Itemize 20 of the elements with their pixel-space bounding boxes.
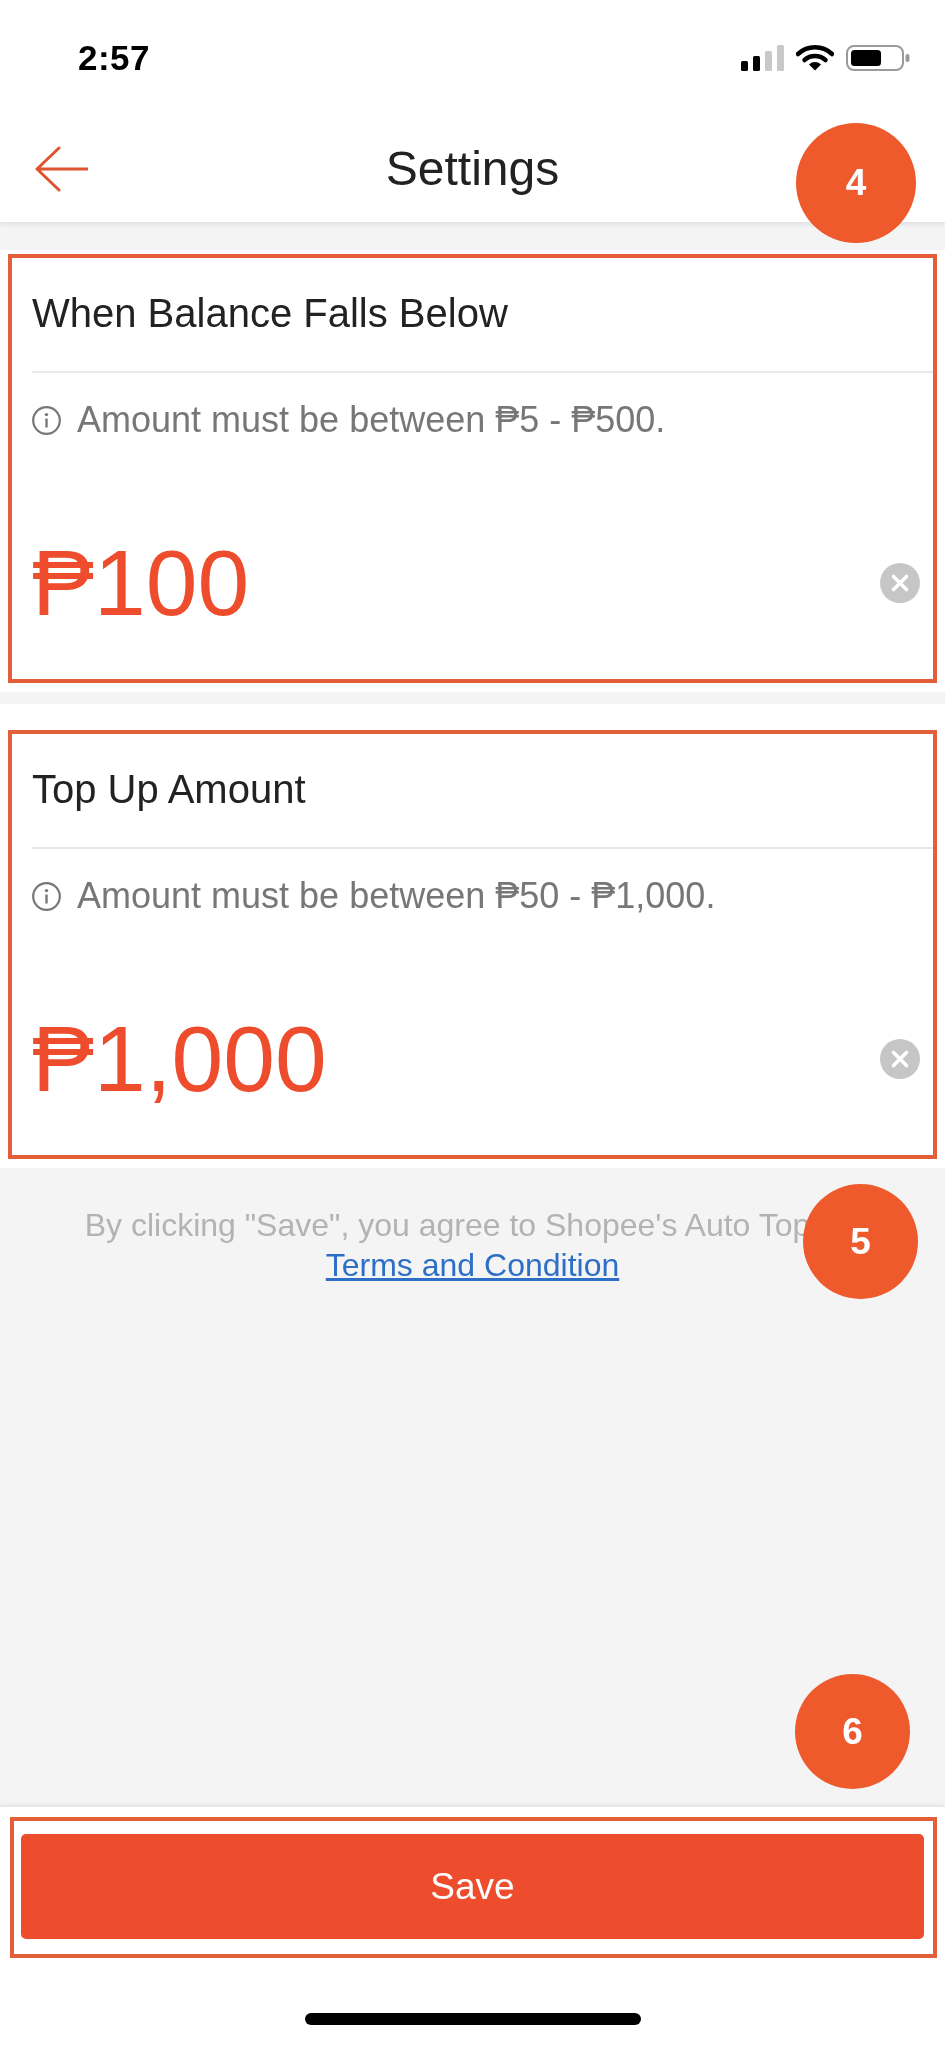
- back-arrow-icon[interactable]: [34, 146, 88, 192]
- clear-icon[interactable]: [880, 563, 920, 603]
- save-button[interactable]: Save: [21, 1834, 924, 1939]
- clear-icon[interactable]: [880, 1039, 920, 1079]
- signal-icon: [741, 45, 784, 71]
- status-time: 2:57: [78, 38, 151, 78]
- amount-hint: Amount must be between ₱5 - ₱500.: [77, 400, 666, 440]
- terms-link[interactable]: Terms and Condition: [325, 1245, 620, 1285]
- info-icon: [32, 405, 61, 435]
- info-icon: [32, 881, 61, 911]
- step-number-badge: 4: [796, 123, 916, 243]
- section-title: Top Up Amount: [32, 767, 306, 811]
- page-title: Settings: [385, 141, 560, 197]
- amount-field[interactable]: ₱1,000: [32, 1009, 327, 1109]
- battery-icon: [846, 45, 910, 71]
- step-number-badge: 6: [795, 1674, 910, 1789]
- amount-hint: Amount must be between ₱50 - ₱1,000.: [77, 876, 716, 916]
- amount-field[interactable]: ₱100: [32, 533, 250, 633]
- wifi-icon: [796, 45, 834, 71]
- section-title: When Balance Falls Below: [32, 291, 508, 335]
